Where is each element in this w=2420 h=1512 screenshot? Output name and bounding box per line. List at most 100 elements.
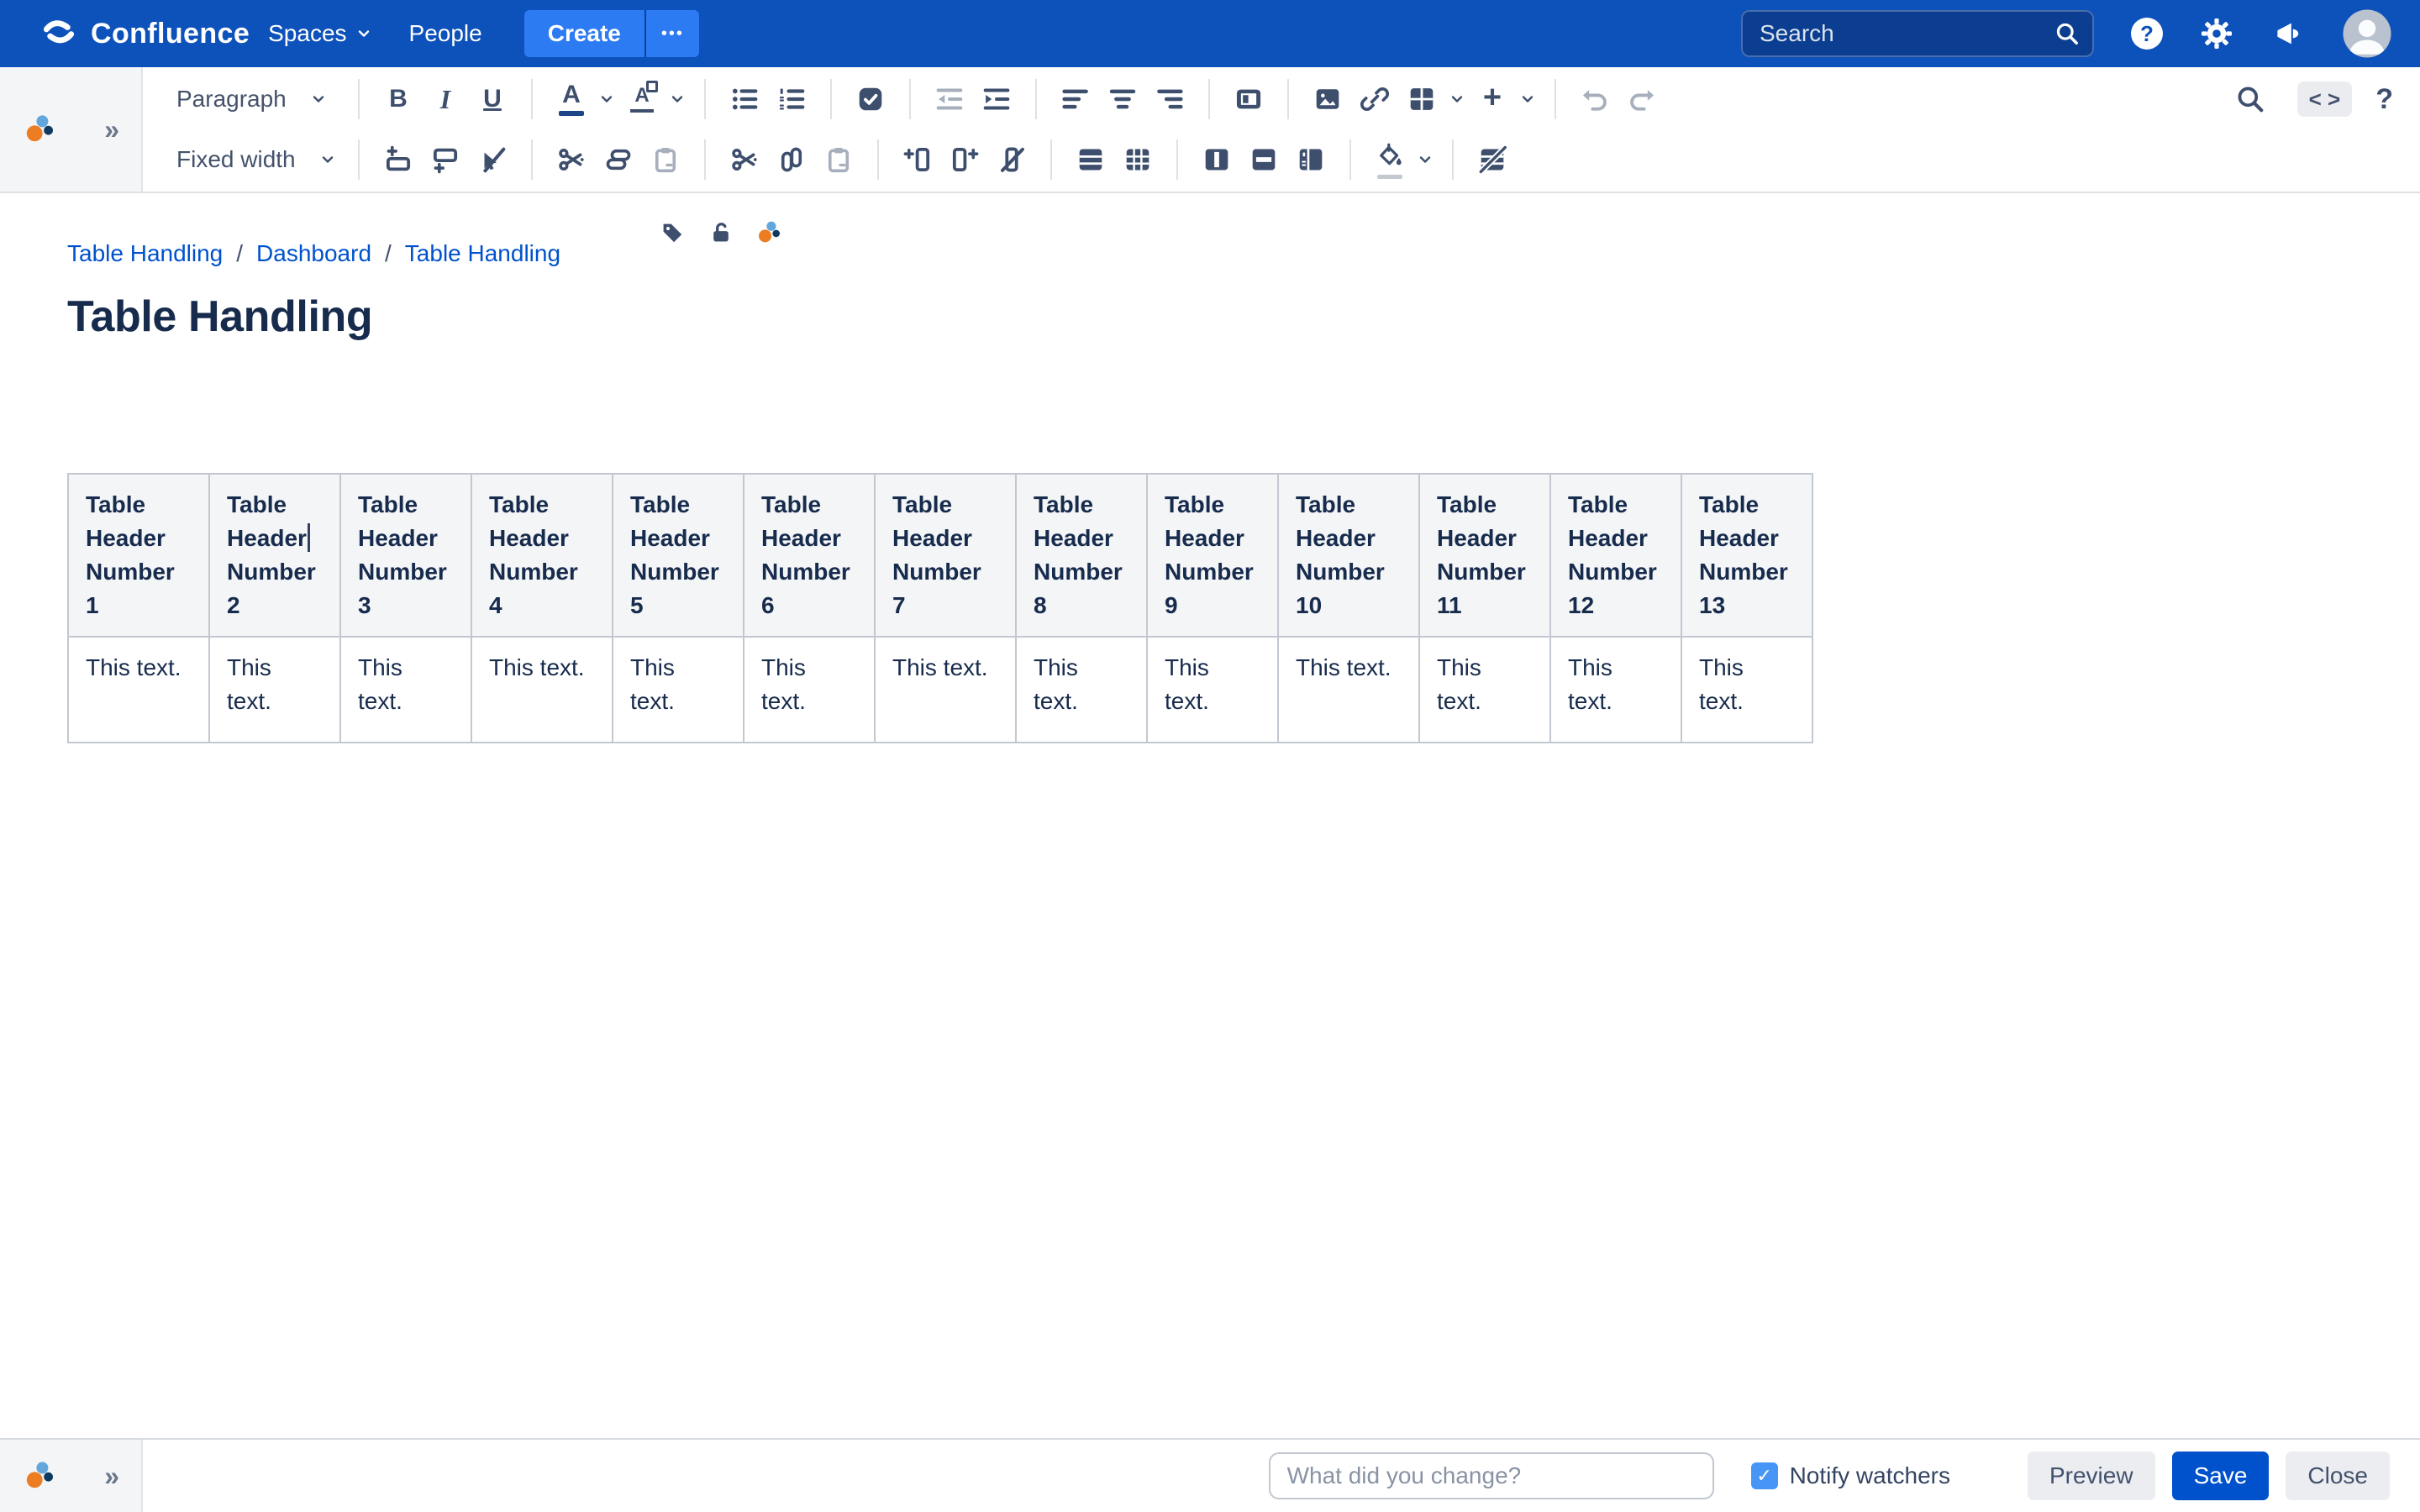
indent-button[interactable] <box>975 77 1018 121</box>
undo-button[interactable] <box>1573 77 1617 121</box>
search-input[interactable] <box>1741 10 2094 57</box>
cell-color-chevron[interactable] <box>1417 151 1434 168</box>
outdent-button[interactable] <box>928 77 971 121</box>
bold-button[interactable]: B <box>376 77 420 121</box>
cell-color-button[interactable] <box>1368 138 1412 181</box>
create-more-button[interactable]: ••• <box>646 10 699 57</box>
notify-checkbox[interactable]: ✓ <box>1751 1462 1778 1489</box>
table-header-cell[interactable]: Table Header Number 3 <box>340 474 471 637</box>
page-title[interactable]: Table Handling <box>67 291 2420 342</box>
task-list-button[interactable] <box>849 77 892 121</box>
more-formatting-chevron[interactable] <box>669 91 686 108</box>
align-center-button[interactable] <box>1101 77 1144 121</box>
table-cell[interactable]: This text. <box>1147 637 1278 743</box>
table-header-cell[interactable]: Table Header Number 8 <box>1016 474 1147 637</box>
announcements-icon[interactable] <box>2270 17 2304 50</box>
redo-button[interactable] <box>1620 77 1664 121</box>
editor-content[interactable]: Table Handling / Dashboard / Table Handl… <box>0 193 2420 1438</box>
cut-row-button[interactable] <box>550 138 593 181</box>
table-header-cell[interactable]: Table Header Number 13 <box>1681 474 1812 637</box>
sidebar-expand-button[interactable]: » <box>104 116 119 143</box>
breadcrumb-link[interactable]: Dashboard <box>256 240 371 267</box>
insert-column-after-button[interactable] <box>943 138 986 181</box>
save-button[interactable]: Save <box>2172 1452 2270 1500</box>
insert-table-chevron[interactable] <box>1449 91 1465 108</box>
table-cell[interactable]: This text. <box>744 637 875 743</box>
preview-button[interactable]: Preview <box>2028 1452 2155 1500</box>
breadcrumb-link[interactable]: Table Handling <box>405 240 560 267</box>
close-button[interactable]: Close <box>2286 1452 2390 1500</box>
more-formatting-button[interactable]: A <box>620 77 664 121</box>
user-avatar[interactable] <box>2341 8 2393 60</box>
table-header-cell[interactable]: Table Header Number 9 <box>1147 474 1278 637</box>
search-icon[interactable] <box>2054 20 2081 47</box>
insert-more-button[interactable]: + <box>1470 77 1514 121</box>
table-cell[interactable]: This text. <box>1278 637 1419 743</box>
source-code-toggle[interactable]: < > <box>2297 81 2353 117</box>
table-header-cell[interactable]: Table Header Number 4 <box>471 474 613 637</box>
paste-column-button[interactable] <box>817 138 860 181</box>
bullet-list-button[interactable] <box>723 77 766 121</box>
page-layout-button[interactable] <box>1227 77 1270 121</box>
insert-more-chevron[interactable] <box>1519 91 1536 108</box>
text-color-chevron[interactable] <box>598 91 615 108</box>
numbered-column-button[interactable] <box>1289 138 1333 181</box>
version-comment-input[interactable] <box>1269 1452 1714 1499</box>
table-cell[interactable]: This text. <box>1016 637 1147 743</box>
labels-tag-icon[interactable] <box>659 219 686 246</box>
breadcrumb-link[interactable]: Table Handling <box>67 240 223 267</box>
table-cell[interactable]: This text. <box>209 637 340 743</box>
table-header-cell[interactable]: Table Header Number 11 <box>1419 474 1550 637</box>
numbered-list-button[interactable] <box>770 77 813 121</box>
merge-cells-button[interactable] <box>1195 138 1239 181</box>
cut-column-button[interactable] <box>723 138 766 181</box>
header-column-toggle-button[interactable] <box>1116 138 1160 181</box>
create-button[interactable]: Create <box>524 10 644 57</box>
nav-spaces[interactable]: Spaces <box>250 0 390 67</box>
insert-table-button[interactable] <box>1400 77 1444 121</box>
table-header-cell[interactable]: Table Header Number 5 <box>613 474 744 637</box>
table-cell[interactable]: This text. <box>1419 637 1550 743</box>
table-header-cell[interactable]: Table Header Number 10 <box>1278 474 1419 637</box>
align-right-button[interactable] <box>1148 77 1192 121</box>
find-replace-button[interactable] <box>2228 77 2272 121</box>
confluence-logo[interactable]: Confluence <box>40 15 250 52</box>
editor-help-button[interactable]: ? <box>2375 83 2393 116</box>
remove-column-button[interactable] <box>990 138 1034 181</box>
insert-row-above-button[interactable] <box>376 138 420 181</box>
app-cluster-logo-icon[interactable] <box>756 219 783 246</box>
table-cell[interactable]: This text. <box>340 637 471 743</box>
paragraph-style-select[interactable]: Paragraph <box>170 86 343 113</box>
remove-row-button[interactable] <box>471 138 514 181</box>
align-left-button[interactable] <box>1054 77 1097 121</box>
table-width-select[interactable]: Fixed width <box>170 146 343 173</box>
insert-image-button[interactable] <box>1306 77 1349 121</box>
remove-table-button[interactable] <box>1470 138 1514 181</box>
text-color-button[interactable]: A <box>550 77 593 121</box>
table-header-cell[interactable]: Table Header Number 6 <box>744 474 875 637</box>
table-header-cell[interactable]: Table Header Number 12 <box>1550 474 1681 637</box>
underline-button[interactable]: U <box>471 77 514 121</box>
settings-gear-icon[interactable] <box>2200 17 2233 50</box>
nav-people[interactable]: People <box>391 0 501 67</box>
copy-row-button[interactable] <box>597 138 640 181</box>
table-header-cell[interactable]: Table Header Number 7 <box>875 474 1016 637</box>
insert-column-before-button[interactable] <box>896 138 939 181</box>
sidebar-expand-button[interactable]: » <box>104 1462 119 1489</box>
help-button[interactable]: ? <box>2131 18 2163 50</box>
table-cell[interactable]: This text. <box>471 637 613 743</box>
table-cell[interactable]: This text. <box>68 637 209 743</box>
insert-link-button[interactable] <box>1353 77 1397 121</box>
insert-row-below-button[interactable] <box>424 138 467 181</box>
split-cell-button[interactable] <box>1242 138 1286 181</box>
italic-button[interactable]: I <box>424 77 467 121</box>
table-header-cell[interactable]: Table Header Number 1 <box>68 474 209 637</box>
table-cell[interactable]: This text. <box>1550 637 1681 743</box>
table-cell[interactable]: This text. <box>613 637 744 743</box>
table-cell[interactable]: This text. <box>875 637 1016 743</box>
table-header-cell[interactable]: Table Header Number 2 <box>209 474 340 637</box>
paste-row-button[interactable] <box>644 138 687 181</box>
unlock-icon[interactable] <box>708 219 734 246</box>
copy-column-button[interactable] <box>770 138 813 181</box>
table-cell[interactable]: This text. <box>1681 637 1812 743</box>
